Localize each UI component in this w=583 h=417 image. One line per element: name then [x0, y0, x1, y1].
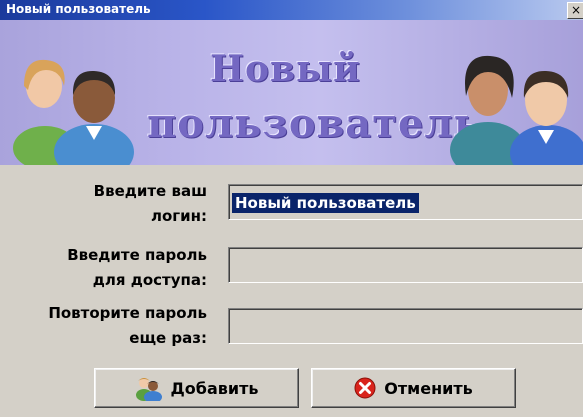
title-bar: Новый пользователь ×: [0, 0, 583, 20]
users-illustration-right: [450, 55, 583, 165]
login-label: Введите ваш логин:: [93, 182, 207, 225]
users-illustration-left: [13, 59, 134, 165]
cancel-circle-icon: [354, 377, 376, 399]
cancel-button-label: Отменить: [384, 378, 473, 398]
repeat-password-label: Повторите пароль еще раз:: [48, 304, 207, 347]
login-input-value: Новый пользователь: [232, 193, 419, 213]
new-user-dialog: Новый пользователь × Новый пользователь …: [0, 0, 583, 417]
user-form: Введите ваш логин: Новый пользователь Вв…: [0, 165, 583, 417]
header-banner: Новый пользователь: [0, 20, 583, 165]
banner-title-line-2: пользователь: [147, 100, 482, 147]
close-button[interactable]: ×: [567, 2, 583, 19]
login-input[interactable]: Новый пользователь: [228, 184, 583, 220]
add-button-label: Добавить: [170, 378, 259, 398]
window-title: Новый пользователь: [6, 2, 151, 16]
repeat-password-input[interactable]: [228, 308, 583, 344]
add-button[interactable]: Добавить: [94, 368, 299, 408]
password-label: Введите пароль для доступа:: [67, 246, 207, 289]
users-icon: [135, 378, 162, 401]
banner-title-line-1: Новый: [210, 48, 361, 90]
password-input[interactable]: [228, 247, 583, 283]
cancel-button[interactable]: Отменить: [311, 368, 516, 408]
